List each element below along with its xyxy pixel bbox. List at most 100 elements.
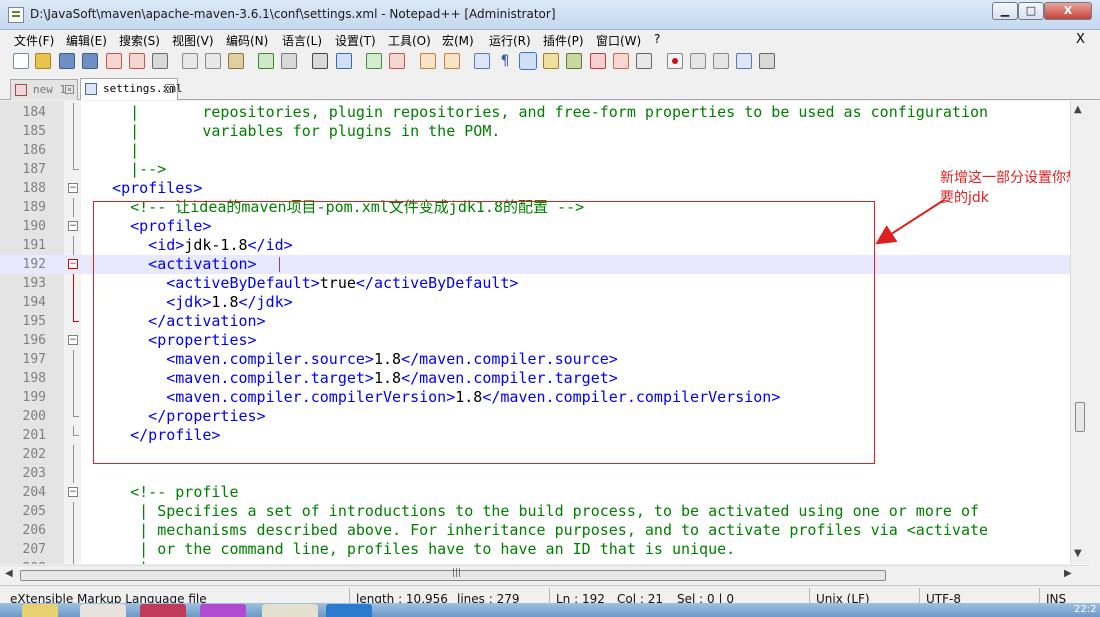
show-all-chars-icon[interactable]: ¶ <box>497 53 513 69</box>
code-line[interactable]: 204 − <!-- profile <box>0 483 1070 502</box>
play-macro-icon[interactable] <box>713 53 729 69</box>
folder-workspace-icon[interactable] <box>613 53 629 69</box>
tab-close-icon[interactable]: × <box>65 85 74 94</box>
code-line[interactable]: 205 | Specifies a set of introductions t… <box>0 502 1070 521</box>
code-line[interactable]: 203 <box>0 464 1070 483</box>
scroll-down-icon[interactable]: ▼ <box>1074 548 1082 559</box>
menu-plugins[interactable]: 插件(P) <box>543 32 584 49</box>
menu-macro[interactable]: 宏(M) <box>442 32 474 49</box>
line-number: 200 <box>22 409 46 424</box>
fold-toggle-icon[interactable]: − <box>68 183 78 193</box>
tab-close-icon[interactable]: × <box>165 84 174 93</box>
menu-run[interactable]: 运行(R) <box>489 32 531 49</box>
menu-settings[interactable]: 设置(T) <box>335 32 376 49</box>
save-macro-icon[interactable] <box>759 53 775 69</box>
line-number: 197 <box>22 352 46 367</box>
fold-guide <box>73 274 74 293</box>
scroll-left-icon[interactable]: ◀ <box>5 568 13 579</box>
save-all-icon[interactable] <box>82 53 98 69</box>
paste-icon[interactable] <box>228 53 244 69</box>
line-number: 201 <box>22 428 46 443</box>
tab-settings-xml[interactable]: settings.xml × <box>80 78 182 100</box>
code-line[interactable]: 184 | repositories, plugin repositories,… <box>0 103 1070 122</box>
fold-guide <box>73 122 74 141</box>
scroll-right-icon[interactable]: ▶ <box>1064 568 1072 579</box>
code-line[interactable]: 207 | or the command line, profiles have… <box>0 540 1070 559</box>
code-line[interactable]: 208 | <box>0 559 1070 564</box>
udl-icon[interactable] <box>543 53 559 69</box>
sync-h-icon[interactable] <box>444 53 460 69</box>
menu-window[interactable]: 窗口(W) <box>596 32 641 49</box>
tab-new-1[interactable]: new 1 × <box>10 79 78 100</box>
menu-help[interactable]: ? <box>654 32 660 46</box>
stop-macro-icon[interactable] <box>690 53 706 69</box>
new-icon[interactable] <box>13 53 29 69</box>
notepadpp-app-icon[interactable] <box>8 7 24 23</box>
vertical-scrollbar[interactable]: ▲ ▼ <box>1070 101 1089 564</box>
fold-toggle-icon[interactable]: − <box>68 335 78 345</box>
replace-icon[interactable] <box>336 53 352 69</box>
line-number: 202 <box>22 447 46 462</box>
line-number: 190 <box>22 219 46 234</box>
menu-tools[interactable]: 工具(O) <box>388 32 431 49</box>
fold-guide <box>73 293 74 312</box>
fold-toggle-icon[interactable]: − <box>68 259 78 269</box>
line-number: 193 <box>22 276 46 291</box>
status-file-type: eXtensible Markup Language file <box>10 592 207 603</box>
code-line[interactable]: 206 | mechanisms described above. For in… <box>0 521 1070 540</box>
menu-language[interactable]: 语言(L) <box>282 32 322 49</box>
open-icon[interactable] <box>35 53 51 69</box>
menu-search[interactable]: 搜索(S) <box>119 32 160 49</box>
monitor-icon[interactable] <box>636 53 652 69</box>
code-line[interactable]: 188 − <profiles> <box>0 179 1070 198</box>
menu-edit[interactable]: 编辑(E) <box>66 32 107 49</box>
taskbar-intellij-icon[interactable] <box>140 604 186 617</box>
taskbar-app-icon[interactable] <box>80 604 126 617</box>
status-eol[interactable]: Unix (LF) <box>816 592 870 603</box>
status-encoding[interactable]: UTF-8 <box>926 592 961 603</box>
copy-icon[interactable] <box>205 53 221 69</box>
record-macro-icon[interactable] <box>667 53 683 69</box>
cut-icon[interactable] <box>182 53 198 69</box>
code-line[interactable]: 186 | <box>0 141 1070 160</box>
save-icon[interactable] <box>59 53 75 69</box>
fold-toggle-icon[interactable]: − <box>68 487 78 497</box>
taskbar-explorer-icon[interactable] <box>22 604 58 617</box>
menu-file[interactable]: 文件(F) <box>14 32 54 49</box>
close-all-icon[interactable] <box>129 53 145 69</box>
line-number: 185 <box>22 124 46 139</box>
doc-map-icon[interactable] <box>566 53 582 69</box>
taskbar-notepadpp-icon[interactable] <box>262 604 318 617</box>
unsaved-file-icon <box>15 84 27 96</box>
fold-toggle-icon[interactable]: − <box>68 221 78 231</box>
print-icon[interactable] <box>152 53 168 69</box>
status-insert-mode[interactable]: INS <box>1046 592 1066 603</box>
find-icon[interactable] <box>312 53 328 69</box>
minimize-button[interactable]: ▁ <box>992 2 1018 20</box>
zoom-out-icon[interactable] <box>389 53 405 69</box>
line-number: 194 <box>22 295 46 310</box>
taskbar-app2-icon[interactable] <box>326 604 372 617</box>
taskbar-browser-icon[interactable] <box>200 604 246 617</box>
scroll-up-icon[interactable]: ▲ <box>1074 104 1082 115</box>
redo-icon[interactable] <box>281 53 297 69</box>
close-icon[interactable] <box>106 53 122 69</box>
close-window-button[interactable]: X <box>1044 2 1092 20</box>
menu-view[interactable]: 视图(V) <box>172 32 214 49</box>
wrap-icon[interactable] <box>474 53 490 69</box>
vertical-scroll-thumb[interactable] <box>1075 402 1085 432</box>
run-macro-multiple-icon[interactable] <box>736 53 752 69</box>
menu-encoding[interactable]: 编码(N) <box>226 32 268 49</box>
sync-v-icon[interactable] <box>420 53 436 69</box>
horizontal-scrollbar[interactable]: ◀ ||| ▶ <box>0 565 1089 584</box>
line-number: 208 <box>0 559 46 564</box>
code-line[interactable]: 185 | variables for plugins in the POM. <box>0 122 1070 141</box>
undo-icon[interactable] <box>258 53 274 69</box>
status-separator <box>809 588 810 603</box>
close-document-button[interactable]: X <box>1076 32 1085 47</box>
zoom-in-icon[interactable] <box>366 53 382 69</box>
function-list-icon[interactable] <box>590 53 606 69</box>
indent-guide-icon[interactable] <box>519 52 537 70</box>
maximize-button[interactable]: □ <box>1018 2 1044 20</box>
code-line[interactable]: 187 |--> <box>0 160 1070 179</box>
